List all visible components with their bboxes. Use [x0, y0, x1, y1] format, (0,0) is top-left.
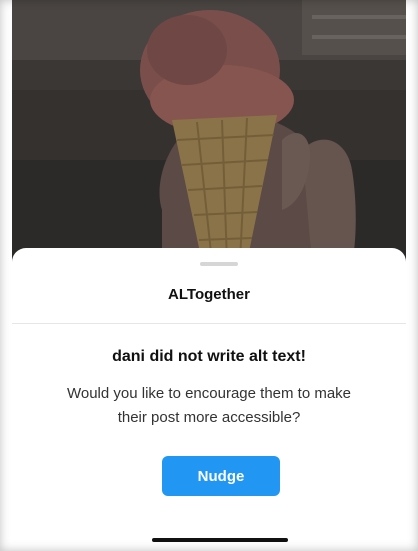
alert-heading: dani did not write alt text!: [112, 348, 306, 365]
sheet-title: ALTogether: [168, 286, 250, 303]
divider: [12, 323, 406, 324]
sheet-grabber-handle[interactable]: [200, 262, 238, 266]
bottom-sheet: ALTogether dani did not write alt text! …: [12, 248, 406, 551]
app-screen: ALTogether dani did not write alt text! …: [0, 0, 418, 551]
home-indicator: [152, 538, 288, 542]
alert-body: Would you like to encourage them to make…: [66, 385, 352, 426]
nudge-button[interactable]: Nudge: [162, 456, 280, 496]
